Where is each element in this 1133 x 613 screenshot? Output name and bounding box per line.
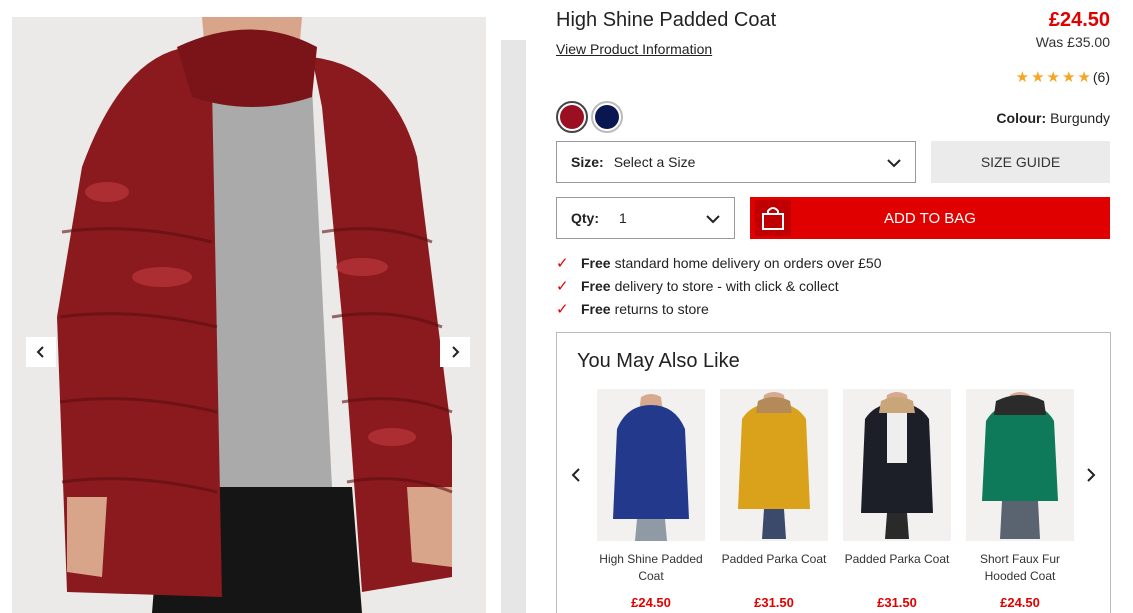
reco-prev-button[interactable]: [566, 463, 586, 487]
rating-count: (6): [1092, 69, 1110, 85]
swatch-color-dot: [595, 105, 619, 129]
chevron-down-icon: [887, 159, 901, 168]
product-rating[interactable]: ★ ★ ★ ★ ★ (6): [1016, 68, 1110, 86]
reco-product-image[interactable]: [843, 389, 951, 541]
perk-bold: Free: [581, 255, 611, 271]
was-price: Was £35.00: [1035, 34, 1110, 50]
current-price: £24.50: [1048, 9, 1110, 31]
reco-card[interactable]: Short Faux Fur Hooded Coat £24.50: [966, 389, 1074, 610]
reco-card[interactable]: Padded Parka Coat £31.50: [843, 389, 951, 610]
next-image-preview[interactable]: [501, 40, 526, 613]
perk-item: ✓ Free standard home delivery on orders …: [556, 254, 882, 272]
gallery-next-button[interactable]: [440, 337, 470, 367]
check-icon: ✓: [556, 255, 569, 272]
quantity-label: Qty:: [571, 210, 599, 226]
perk-item: ✓ Free delivery to store - with click & …: [556, 277, 839, 295]
reco-product-name[interactable]: High Shine Padded Coat: [597, 551, 705, 585]
swatch-color-dot: [560, 105, 584, 129]
size-select-label: Size:: [571, 154, 604, 170]
reco-product-name[interactable]: Padded Parka Coat: [843, 551, 951, 585]
colour-label: Colour: Burgundy: [996, 110, 1110, 126]
recommendations-panel: You May Also Like High Shine Padded Coat…: [556, 332, 1111, 613]
colour-label-key: Colour:: [996, 110, 1047, 126]
perk-text: standard home delivery on orders over £5…: [614, 255, 882, 271]
star-icon: ★: [1046, 69, 1060, 86]
check-icon: ✓: [556, 301, 569, 318]
chevron-down-icon: [706, 215, 720, 224]
perk-item: ✓ Free returns to store: [556, 300, 709, 318]
star-icon: ★: [1077, 69, 1091, 86]
perk-text: delivery to store - with click & collect: [614, 278, 839, 294]
add-to-bag-button[interactable]: ADD TO BAG: [750, 197, 1110, 239]
swatch-burgundy[interactable]: [556, 101, 588, 133]
size-select-value: Select a Size: [613, 154, 696, 170]
reco-card[interactable]: Padded Parka Coat £31.50: [720, 389, 828, 610]
chevron-left-icon: [36, 346, 44, 358]
reco-product-price: £31.50: [754, 595, 794, 610]
add-to-bag-label: ADD TO BAG: [884, 209, 976, 227]
reco-product-image[interactable]: [720, 389, 828, 541]
chevron-left-icon: [571, 468, 580, 482]
reco-product-price: £24.50: [631, 595, 671, 610]
reco-product-price: £31.50: [877, 595, 917, 610]
reco-product-image[interactable]: [966, 389, 1074, 541]
product-title: High Shine Padded Coat: [556, 9, 777, 31]
check-icon: ✓: [556, 278, 569, 295]
main-product-image[interactable]: [12, 17, 486, 613]
size-select[interactable]: Size: Select a Size: [556, 141, 916, 183]
star-icon: ★: [1015, 69, 1030, 86]
recommendations-title: You May Also Like: [577, 350, 740, 372]
chevron-right-icon: [452, 346, 460, 358]
quantity-value: 1: [619, 210, 627, 226]
swatch-navy[interactable]: [591, 101, 623, 133]
gallery-prev-button[interactable]: [26, 337, 56, 367]
size-guide-button[interactable]: SIZE GUIDE: [931, 141, 1110, 183]
colour-label-value: Burgundy: [1050, 110, 1110, 126]
reco-product-name[interactable]: Padded Parka Coat: [720, 551, 828, 585]
reco-product-image[interactable]: [597, 389, 705, 541]
reco-product-price: £24.50: [1000, 595, 1040, 610]
quantity-select[interactable]: Qty: 1: [556, 197, 735, 239]
view-product-info-link[interactable]: View Product Information: [556, 41, 712, 57]
chevron-right-icon: [1087, 468, 1096, 482]
perk-text: returns to store: [614, 301, 709, 317]
perk-bold: Free: [581, 278, 611, 294]
reco-product-name[interactable]: Short Faux Fur Hooded Coat: [966, 551, 1074, 585]
star-icon: ★: [1031, 69, 1045, 86]
reco-card[interactable]: High Shine Padded Coat £24.50: [597, 389, 705, 610]
reco-next-button[interactable]: [1081, 463, 1101, 487]
star-icon: ★: [1061, 69, 1076, 86]
perk-bold: Free: [581, 301, 611, 317]
coat-photo: [12, 17, 486, 613]
shopping-bag-icon: [755, 200, 791, 236]
